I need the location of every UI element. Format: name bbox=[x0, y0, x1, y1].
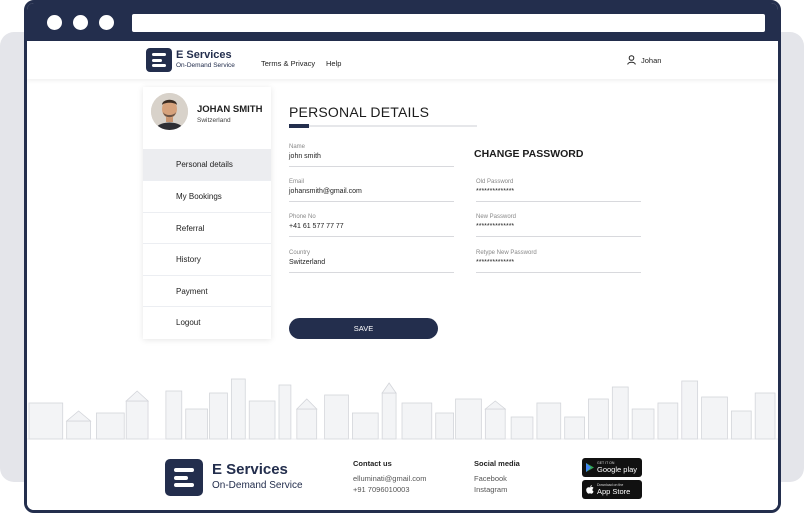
browser-chrome bbox=[27, 3, 778, 41]
apple-icon bbox=[586, 485, 594, 494]
name-field[interactable]: Name john smith bbox=[289, 144, 454, 168]
user-menu[interactable]: Johan bbox=[627, 53, 661, 67]
sidebar-item-personal-details[interactable]: Personal details bbox=[143, 149, 271, 180]
nav-help[interactable]: Help bbox=[326, 59, 341, 68]
site-header: E Services On-Demand Service Terms & Pri… bbox=[27, 41, 778, 79]
retype-password-field[interactable]: Retype New Password ************** bbox=[476, 250, 641, 274]
new-password-value[interactable]: ************** bbox=[476, 223, 514, 230]
sidebar-item-referral[interactable]: Referral bbox=[143, 212, 271, 243]
e-logo-icon[interactable] bbox=[146, 48, 172, 72]
field-label: Name bbox=[289, 144, 306, 150]
address-bar[interactable] bbox=[132, 14, 765, 32]
retype-password-value[interactable]: ************** bbox=[476, 259, 514, 266]
nav-terms-privacy[interactable]: Terms & Privacy bbox=[261, 59, 315, 68]
app-store-button[interactable]: Download on the App Store bbox=[582, 480, 642, 499]
country-field[interactable]: Country Switzerland bbox=[289, 250, 454, 274]
social-instagram-link[interactable]: Instagram bbox=[474, 485, 507, 494]
field-label: Email bbox=[289, 179, 305, 185]
window-dot-1[interactable] bbox=[47, 15, 62, 30]
footer-brand-subtitle: On-Demand Service bbox=[212, 480, 303, 491]
title-accent bbox=[289, 124, 309, 128]
avatar bbox=[151, 93, 188, 130]
old-password-value[interactable]: ************** bbox=[476, 188, 514, 195]
social-heading: Social media bbox=[474, 459, 520, 468]
browser-window: E Services On-Demand Service Terms & Pri… bbox=[24, 0, 781, 513]
app-store-text: App Store bbox=[597, 486, 631, 496]
user-icon bbox=[627, 55, 636, 65]
field-label: Phone No bbox=[289, 214, 316, 220]
sidebar-item-logout[interactable]: Logout bbox=[143, 306, 271, 337]
play-icon bbox=[586, 463, 594, 472]
sidebar-item-history[interactable]: History bbox=[143, 243, 271, 274]
contact-email-link[interactable]: elluminati@gmail.com bbox=[353, 474, 426, 483]
brand-title[interactable]: E Services bbox=[176, 49, 232, 61]
phone-value[interactable]: +41 61 577 77 77 bbox=[289, 223, 344, 230]
brand-subtitle: On-Demand Service bbox=[176, 62, 235, 69]
new-password-field[interactable]: New Password ************** bbox=[476, 214, 641, 238]
window-dot-3[interactable] bbox=[99, 15, 114, 30]
window-dot-2[interactable] bbox=[73, 15, 88, 30]
field-label: Retype New Password bbox=[476, 250, 537, 256]
site-footer: E Services On-Demand Service Contact us … bbox=[27, 443, 778, 510]
field-label: Old Password bbox=[476, 179, 514, 185]
profile-location: Switzerland bbox=[197, 117, 231, 124]
change-password-title: CHANGE PASSWORD bbox=[474, 148, 584, 160]
profile-sidebar: JOHAN SMITH Switzerland Personal details… bbox=[143, 87, 271, 339]
country-value[interactable]: Switzerland bbox=[289, 259, 325, 266]
contact-heading: Contact us bbox=[353, 459, 392, 468]
field-label: New Password bbox=[476, 214, 517, 220]
email-value[interactable]: johansmith@gmail.com bbox=[289, 188, 362, 195]
google-play-text: Google play bbox=[597, 464, 638, 474]
social-facebook-link[interactable]: Facebook bbox=[474, 474, 507, 483]
footer-brand-title: E Services bbox=[212, 461, 288, 478]
profile-name: JOHAN SMITH bbox=[197, 104, 263, 115]
title-divider bbox=[289, 125, 477, 127]
user-name: Johan bbox=[641, 55, 662, 65]
save-button[interactable]: SAVE bbox=[289, 318, 438, 339]
sidebar-item-my-bookings[interactable]: My Bookings bbox=[143, 180, 271, 211]
name-value[interactable]: john smith bbox=[289, 153, 321, 160]
email-field[interactable]: Email johansmith@gmail.com bbox=[289, 179, 454, 203]
field-label: Country bbox=[289, 250, 311, 256]
footer-e-logo-icon[interactable] bbox=[165, 459, 203, 496]
page-title: PERSONAL DETAILS bbox=[289, 104, 430, 120]
old-password-field[interactable]: Old Password ************** bbox=[476, 179, 641, 203]
phone-field[interactable]: Phone No +41 61 577 77 77 bbox=[289, 214, 454, 238]
contact-phone-link[interactable]: +91 7096010003 bbox=[353, 485, 410, 494]
sidebar-item-payment[interactable]: Payment bbox=[143, 275, 271, 306]
city-skyline-illustration bbox=[27, 378, 778, 440]
google-play-button[interactable]: GET IT ON Google play bbox=[582, 458, 642, 477]
